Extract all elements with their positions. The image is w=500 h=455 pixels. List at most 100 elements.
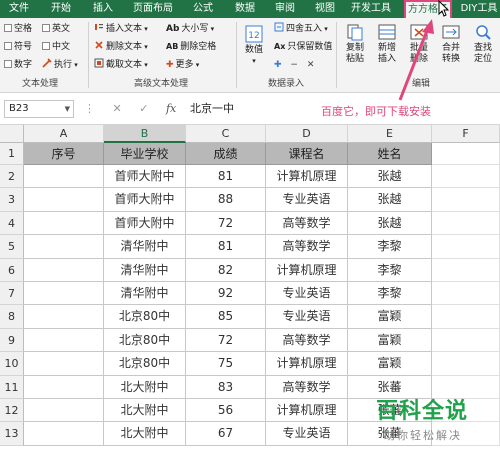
insert-text-button[interactable]: 插入文本 ▾ xyxy=(94,22,148,36)
column-header-d[interactable]: D xyxy=(266,125,348,143)
table-cell[interactable]: 李黎 xyxy=(348,258,432,282)
tab-page-layout[interactable]: 页面布局 xyxy=(128,0,178,18)
table-cell[interactable]: 计算机原理 xyxy=(266,352,348,376)
table-cell[interactable]: 首师大附中 xyxy=(104,165,186,189)
check-chinese[interactable]: 中文 xyxy=(42,40,70,54)
table-cell[interactable]: 计算机原理 xyxy=(266,165,348,189)
confirm-icon[interactable]: ✓ xyxy=(139,102,148,115)
table-cell[interactable] xyxy=(24,282,104,306)
table-header-cell[interactable]: 毕业学校 xyxy=(104,143,186,165)
checkbox-icon[interactable] xyxy=(42,24,50,32)
check-space[interactable]: 空格 xyxy=(4,22,32,36)
table-cell[interactable] xyxy=(432,143,500,165)
row-header[interactable]: 10 xyxy=(0,352,24,376)
table-cell[interactable]: 高等数学 xyxy=(266,235,348,259)
tab-data[interactable]: 数据 xyxy=(228,0,262,18)
checkbox-icon[interactable] xyxy=(4,60,12,68)
table-cell[interactable] xyxy=(432,258,500,282)
table-cell[interactable]: 北大附中 xyxy=(104,375,186,399)
table-cell[interactable] xyxy=(24,235,104,259)
tab-home[interactable]: 开始 xyxy=(44,0,78,18)
table-cell[interactable] xyxy=(432,282,500,306)
table-cell[interactable] xyxy=(432,188,500,212)
merge-convert-button[interactable]: 合并转换 xyxy=(436,22,466,65)
table-cell[interactable]: 北大附中 xyxy=(104,399,186,423)
row-header[interactable]: 2 xyxy=(0,165,24,189)
checkbox-icon[interactable] xyxy=(42,42,50,50)
table-header-cell[interactable]: 序号 xyxy=(24,143,104,165)
table-cell[interactable] xyxy=(24,328,104,353)
table-cell[interactable]: 计算机原理 xyxy=(266,258,348,282)
row-header[interactable]: 6 xyxy=(0,258,24,282)
insert-new-button[interactable]: 新增插入 xyxy=(372,22,402,65)
chevron-down-icon[interactable]: ▼ xyxy=(65,101,70,117)
row-header[interactable]: 12 xyxy=(0,399,24,423)
tab-diy-tools[interactable]: DIY工具 xyxy=(458,0,500,18)
function-icon[interactable]: fx xyxy=(166,102,176,115)
row-header[interactable]: 4 xyxy=(0,211,24,236)
find-locate-button[interactable]: 查找定位 xyxy=(468,22,498,65)
table-cell[interactable]: 北京80中 xyxy=(104,352,186,376)
table-header-cell[interactable]: 课程名 xyxy=(266,143,348,165)
table-cell[interactable] xyxy=(24,211,104,236)
table-cell[interactable] xyxy=(432,328,500,353)
table-cell[interactable]: 专业英语 xyxy=(266,422,348,446)
table-cell[interactable]: 北京80中 xyxy=(104,328,186,353)
column-header-c[interactable]: C xyxy=(186,125,266,143)
table-cell[interactable]: 富颖 xyxy=(348,328,432,353)
tab-formulas[interactable]: 公式 xyxy=(186,0,220,18)
table-cell[interactable]: 72 xyxy=(186,211,266,236)
column-header-e[interactable]: E xyxy=(348,125,432,143)
formula-input[interactable]: 北京一中 xyxy=(190,100,234,118)
row-header[interactable]: 8 xyxy=(0,305,24,329)
table-cell[interactable] xyxy=(432,305,500,329)
table-cell[interactable]: 首师大附中 xyxy=(104,211,186,236)
table-cell[interactable]: 56 xyxy=(186,399,266,423)
table-cell[interactable]: 高等数学 xyxy=(266,211,348,236)
row-header[interactable]: 1 xyxy=(0,143,24,165)
table-cell[interactable]: 81 xyxy=(186,165,266,189)
table-cell[interactable]: 75 xyxy=(186,352,266,376)
tab-review[interactable]: 审阅 xyxy=(268,0,302,18)
table-cell[interactable]: 富颖 xyxy=(348,305,432,329)
keep-number-button[interactable]: Ax 只保留数值 xyxy=(274,40,332,54)
table-cell[interactable]: 88 xyxy=(186,188,266,212)
table-cell[interactable]: 81 xyxy=(186,235,266,259)
table-cell[interactable] xyxy=(24,305,104,329)
number-extra-buttons[interactable]: ✚ − ✕ xyxy=(274,58,314,72)
more-button[interactable]: ✚ 更多 ▾ xyxy=(166,58,199,72)
table-cell[interactable] xyxy=(432,211,500,236)
column-header-f[interactable]: F xyxy=(432,125,500,143)
row-header[interactable]: 7 xyxy=(0,282,24,306)
table-header-cell[interactable]: 成绩 xyxy=(186,143,266,165)
table-cell[interactable] xyxy=(24,375,104,399)
table-cell[interactable]: 李黎 xyxy=(348,235,432,259)
execute-button[interactable]: 执行 ▾ xyxy=(42,58,78,72)
table-cell[interactable]: 高等数学 xyxy=(266,375,348,399)
table-cell[interactable]: 张越 xyxy=(348,211,432,236)
tab-insert[interactable]: 插入 xyxy=(86,0,120,18)
table-cell[interactable]: 首师大附中 xyxy=(104,188,186,212)
row-header[interactable]: 5 xyxy=(0,235,24,259)
table-cell[interactable]: 专业英语 xyxy=(266,188,348,212)
table-cell[interactable]: 北大附中 xyxy=(104,422,186,446)
table-cell[interactable] xyxy=(24,352,104,376)
checkbox-icon[interactable] xyxy=(4,24,12,32)
table-header-cell[interactable]: 姓名 xyxy=(348,143,432,165)
table-cell[interactable]: 83 xyxy=(186,375,266,399)
row-header[interactable]: 9 xyxy=(0,328,24,353)
table-cell[interactable] xyxy=(24,399,104,423)
number-button[interactable]: 12 数值 ▾ xyxy=(240,24,268,67)
delete-space-button[interactable]: AB 删除空格 xyxy=(166,40,216,54)
round-button[interactable]: 四舍五入 ▾ xyxy=(274,22,328,36)
case-button[interactable]: Ab 大小写 ▾ xyxy=(166,22,214,36)
row-header[interactable]: 11 xyxy=(0,375,24,399)
table-cell[interactable] xyxy=(24,165,104,189)
column-header-a[interactable]: A xyxy=(24,125,104,143)
check-english[interactable]: 英文 xyxy=(42,22,70,36)
table-cell[interactable]: 82 xyxy=(186,258,266,282)
row-header[interactable]: 13 xyxy=(0,422,24,446)
tab-file[interactable]: 文件 xyxy=(2,0,36,18)
extract-text-button[interactable]: 截取文本 ▾ xyxy=(94,58,148,72)
tab-developer[interactable]: 开发工具 xyxy=(346,0,396,18)
